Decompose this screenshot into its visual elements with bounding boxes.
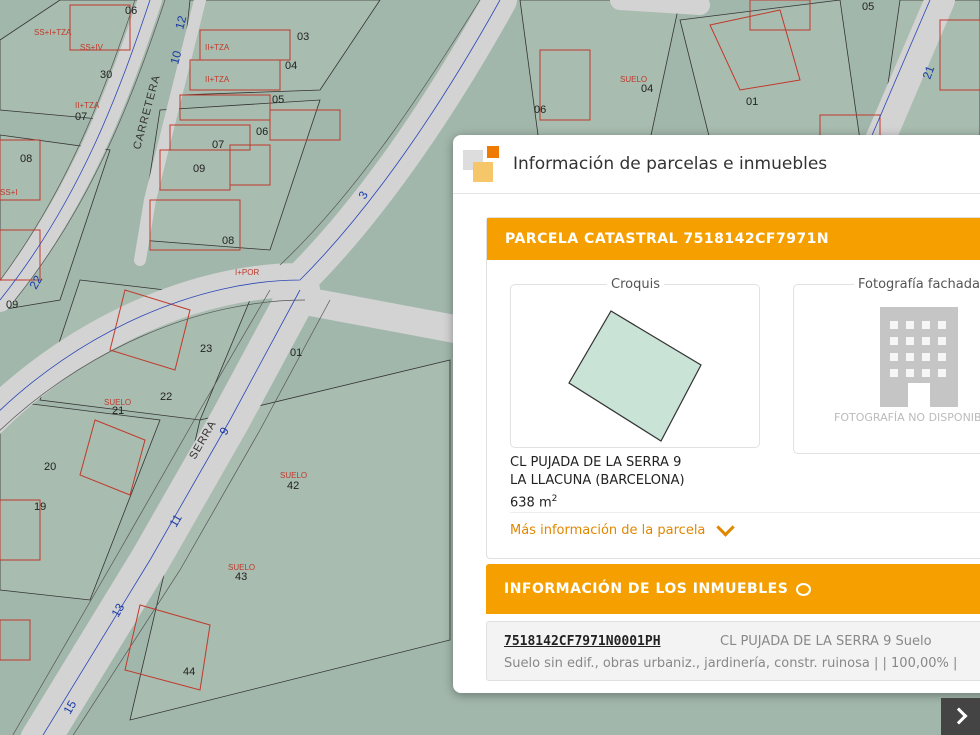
catastro-logo-icon xyxy=(463,144,501,184)
svg-text:23: 23 xyxy=(200,343,212,355)
inmueble-ref-link[interactable]: 7518142CF7971N0001PH xyxy=(504,634,661,649)
svg-text:01: 01 xyxy=(290,347,302,359)
svg-text:03: 03 xyxy=(297,31,309,43)
svg-text:SS+I: SS+I xyxy=(0,188,18,197)
parcel-address-line2: LA LLACUNA (BARCELONA) xyxy=(510,473,685,488)
chevron-right-icon xyxy=(950,707,968,725)
inmueble-row[interactable]: 7518142CF7971N0001PH CL PUJADA DE LA SER… xyxy=(486,621,980,681)
croquis-box[interactable]: Croquis xyxy=(510,277,760,448)
inmueble-address: CL PUJADA DE LA SERRA 9 Suelo xyxy=(720,634,932,649)
facade-photo-box[interactable]: Fotografía fachada FOTOGRAFÍA NO DISPONI… xyxy=(793,277,980,454)
divider xyxy=(510,512,980,513)
inmueble-use: Suelo sin edif., obras urbaniz., jardine… xyxy=(504,656,958,671)
svg-text:SUELO: SUELO xyxy=(104,398,131,407)
svg-text:I+POR: I+POR xyxy=(235,268,259,277)
svg-text:42: 42 xyxy=(287,480,299,492)
svg-text:05: 05 xyxy=(862,1,874,13)
svg-text:SUELO: SUELO xyxy=(620,75,647,84)
svg-text:44: 44 xyxy=(183,666,195,678)
svg-text:20: 20 xyxy=(44,461,56,473)
photo-unavailable-text: FOTOGRAFÍA NO DISPONIBLE xyxy=(834,411,980,424)
svg-text:II+TZA: II+TZA xyxy=(75,101,100,110)
svg-text:43: 43 xyxy=(235,571,247,583)
svg-text:01: 01 xyxy=(746,96,758,108)
svg-text:SS+IV: SS+IV xyxy=(80,43,104,52)
parcela-section: PARCELA CATASTRAL 7518142CF7971N Croquis… xyxy=(486,217,980,559)
svg-text:SS+I+TZA: SS+I+TZA xyxy=(34,28,72,37)
svg-text:05: 05 xyxy=(272,94,284,106)
svg-text:08: 08 xyxy=(20,153,32,165)
chevron-down-icon xyxy=(716,518,736,537)
svg-text:04: 04 xyxy=(285,60,297,72)
svg-text:II+TZA: II+TZA xyxy=(205,43,230,52)
svg-text:09: 09 xyxy=(6,299,18,311)
parcel-address-line1: CL PUJADA DE LA SERRA 9 xyxy=(510,455,682,470)
svg-text:II+TZA: II+TZA xyxy=(205,75,230,84)
panel-header: Información de parcelas e inmuebles xyxy=(453,135,980,194)
panel-title: Información de parcelas e inmuebles xyxy=(513,154,828,174)
svg-text:30: 30 xyxy=(100,69,112,81)
svg-text:06: 06 xyxy=(125,5,137,17)
parcel-area: 638 m2 xyxy=(510,494,558,511)
parcel-sketch xyxy=(568,310,702,442)
svg-text:SUELO: SUELO xyxy=(280,471,307,480)
croquis-label: Croquis xyxy=(607,277,664,292)
inmuebles-section: INFORMACIÓN DE LOS INMUEBLES xyxy=(486,564,980,614)
svg-text:22: 22 xyxy=(160,391,172,403)
facade-photo-label: Fotografía fachada xyxy=(854,277,980,292)
next-arrow-button[interactable] xyxy=(941,698,980,735)
svg-text:07: 07 xyxy=(212,139,224,151)
svg-text:08: 08 xyxy=(222,235,234,247)
svg-text:04: 04 xyxy=(641,83,653,95)
inmuebles-header[interactable]: INFORMACIÓN DE LOS INMUEBLES xyxy=(486,564,980,614)
more-parcel-info-link[interactable]: Más información de la parcela xyxy=(510,518,736,538)
parcela-header: PARCELA CATASTRAL 7518142CF7971N xyxy=(487,218,980,260)
svg-text:09: 09 xyxy=(193,163,205,175)
parcel-info-panel: Información de parcelas e inmuebles PARC… xyxy=(453,135,980,693)
svg-text:19: 19 xyxy=(34,501,46,513)
building-icon xyxy=(880,307,958,407)
svg-text:07: 07 xyxy=(75,111,87,123)
svg-text:SUELO: SUELO xyxy=(228,563,255,572)
comment-icon xyxy=(796,582,812,596)
svg-text:06: 06 xyxy=(256,126,268,138)
svg-text:06: 06 xyxy=(534,104,546,116)
